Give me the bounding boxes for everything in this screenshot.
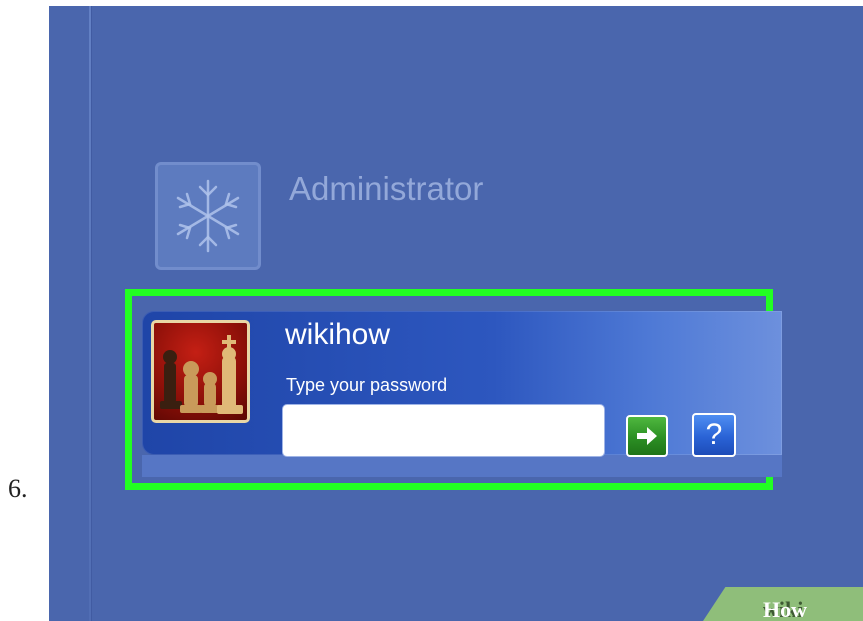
password-prompt: Type your password (286, 375, 448, 395)
help-button[interactable]: ? (692, 413, 736, 457)
account-picture-administrator (155, 162, 261, 270)
account-picture-wikihow (151, 320, 250, 423)
chess-pieces-icon (160, 335, 243, 414)
snowflake-icon (176, 179, 240, 253)
password-input[interactable] (282, 404, 605, 457)
arrow-right-icon (637, 427, 657, 445)
highlight-box: wikihow Type your password ? (125, 289, 782, 490)
account-name-administrator: Administrator (289, 170, 484, 207)
active-account-panel-lower (142, 455, 782, 477)
step-number: 6. (8, 474, 28, 503)
login-go-button[interactable] (626, 415, 668, 457)
divider-line-shadow (91, 6, 92, 621)
wikihow-watermark: wiki How (703, 587, 863, 621)
account-name-wikihow: wikihow (285, 318, 391, 351)
login-screen: Administrator wikihow Type your password… (49, 6, 863, 621)
account-entry-administrator[interactable]: Administrator (155, 162, 575, 277)
